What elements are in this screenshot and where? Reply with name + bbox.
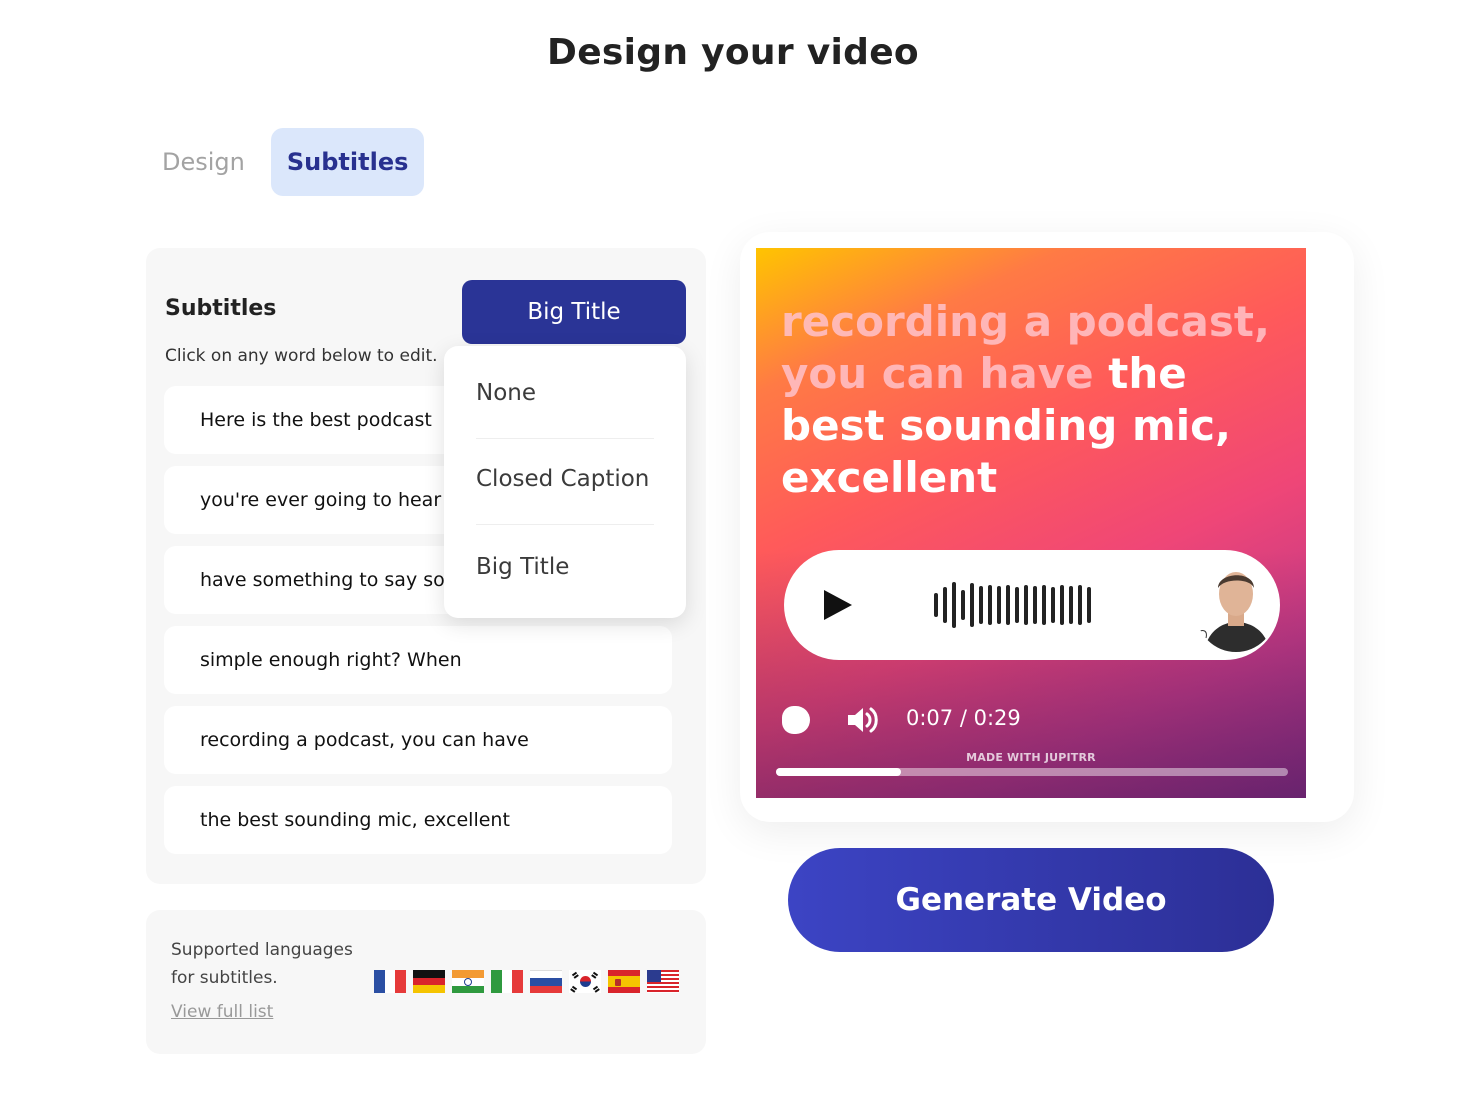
dropdown-divider — [476, 524, 654, 525]
style-option-none[interactable]: None — [476, 380, 654, 406]
video-progress-bar[interactable] — [776, 768, 1288, 776]
dropdown-divider — [476, 438, 654, 439]
russia-flag — [530, 970, 562, 993]
subtitle-style-button[interactable]: Big Title — [462, 280, 686, 344]
languages-panel: Supported languages for subtitles. View … — [146, 910, 706, 1054]
audio-player-pill — [784, 550, 1280, 660]
subtitle-style-dropdown: None Closed Caption Big Title — [444, 346, 686, 618]
subtitle-line[interactable]: the best sounding mic, excellent — [164, 786, 672, 854]
page-title: Design your video — [547, 32, 919, 73]
video-preview: recording a podcast, you can have the be… — [756, 248, 1306, 798]
italy-flag — [491, 970, 523, 993]
style-option-big-title[interactable]: Big Title — [476, 554, 654, 580]
volume-icon[interactable] — [846, 704, 880, 736]
subtitle-line[interactable]: recording a podcast, you can have — [164, 706, 672, 774]
watermark: MADE WITH JUPITRR — [966, 751, 1096, 764]
languages-text: Supported languages for subtitles. — [171, 936, 371, 992]
caption-faded-text: recording a podcast, you can have — [781, 297, 1270, 398]
style-option-closed-caption[interactable]: Closed Caption — [476, 466, 654, 492]
subtitle-line[interactable]: simple enough right? When — [164, 626, 672, 694]
waveform-icon — [934, 580, 1091, 630]
languages-text-line1: Supported languages — [171, 940, 353, 960]
tab-bar: Design Subtitles — [146, 128, 425, 196]
usa-flag — [647, 970, 679, 993]
germany-flag — [413, 970, 445, 993]
play-icon[interactable] — [824, 590, 852, 620]
france-flag — [374, 970, 406, 993]
tab-design[interactable]: Design — [146, 128, 261, 196]
video-progress-fill — [776, 768, 902, 776]
avatar — [1196, 558, 1276, 652]
time-display: 0:07 / 0:29 — [906, 706, 1021, 730]
india-flag — [452, 970, 484, 993]
spain-flag — [608, 970, 640, 993]
languages-text-line2: for subtitles. — [171, 968, 278, 988]
video-play-button[interactable] — [782, 706, 810, 734]
language-flags — [374, 970, 679, 993]
view-full-list-link[interactable]: View full list — [171, 1002, 273, 1022]
edit-hint: Click on any word below to edit. — [165, 346, 438, 366]
subtitles-heading: Subtitles — [165, 296, 277, 321]
tab-subtitles[interactable]: Subtitles — [270, 128, 425, 196]
generate-video-button[interactable]: Generate Video — [788, 848, 1274, 952]
preview-caption: recording a podcast, you can have the be… — [781, 296, 1291, 504]
south-korea-flag — [569, 970, 601, 993]
